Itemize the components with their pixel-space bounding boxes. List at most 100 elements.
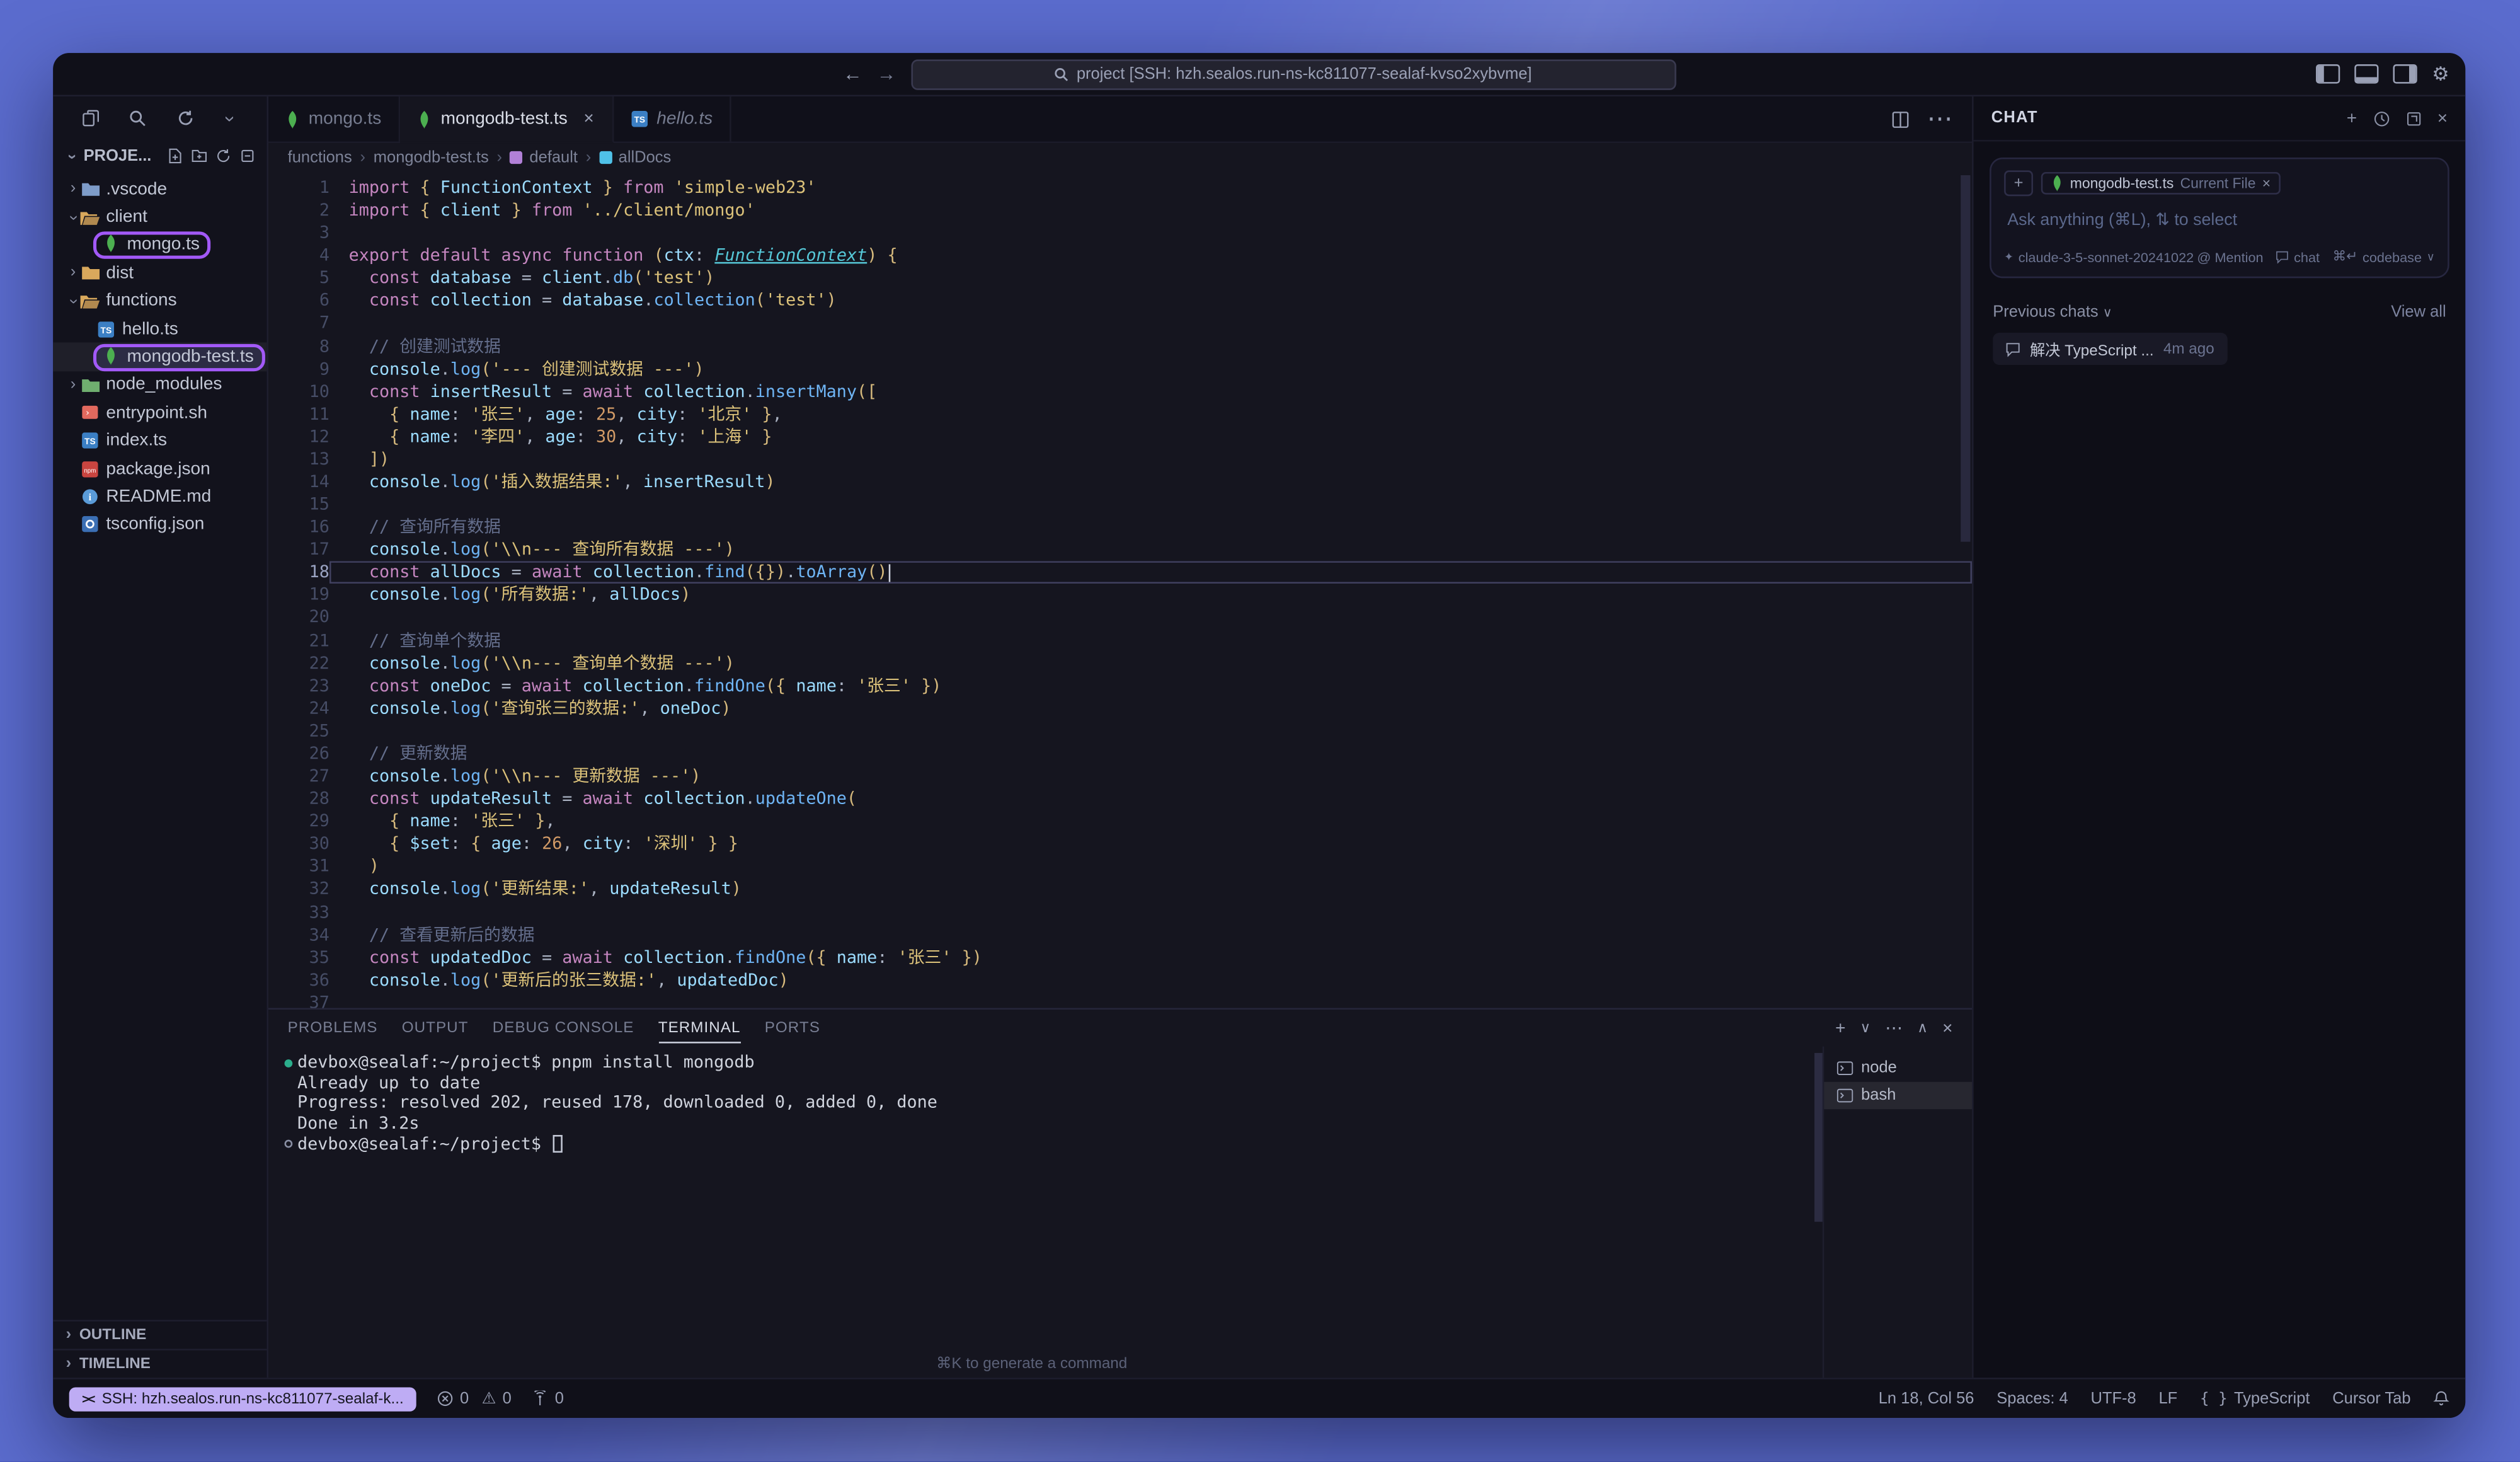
code-editor[interactable]: 1import { FunctionContext } from 'simple…	[268, 172, 1972, 1008]
new-folder-icon[interactable]	[192, 148, 208, 164]
add-context-button[interactable]: +	[2004, 170, 2033, 196]
code-line-16[interactable]: 16 // 查询所有数据	[268, 516, 1972, 539]
panel-tab-ports[interactable]: PORTS	[765, 1013, 820, 1043]
close-chat-icon[interactable]: ×	[2437, 108, 2448, 128]
code-line-24[interactable]: 24 console.log('查询张三的数据:', oneDoc)	[268, 698, 1972, 720]
tree-item-readme-md[interactable]: iREADME.md	[53, 483, 266, 510]
code-line-31[interactable]: 31 )	[268, 856, 1972, 878]
code-line-18[interactable]: 18 const allDocs = await collection.find…	[268, 561, 1972, 584]
code-line-2[interactable]: 2import { client } from '../client/mongo…	[268, 200, 1972, 222]
tree-item-tsconfig-json[interactable]: tsconfig.json	[53, 510, 266, 538]
code-line-10[interactable]: 10 const insertResult = await collection…	[268, 381, 1972, 403]
panel-more-icon[interactable]: ⋯	[1885, 1018, 1903, 1039]
remote-ssh-indicator[interactable]: >< SSH: hzh.sealos.run-ns-kc811077-seala…	[69, 1386, 416, 1410]
code-line-3[interactable]: 3	[268, 222, 1972, 245]
breadcrumb-item-functions[interactable]: functions	[288, 149, 352, 166]
code-line-33[interactable]: 33	[268, 901, 1972, 924]
code-line-30[interactable]: 30 { $set: { age: 26, city: '深圳' } }	[268, 833, 1972, 856]
code-line-23[interactable]: 23 const oneDoc = await collection.findO…	[268, 675, 1972, 698]
split-editor-icon[interactable]	[1892, 110, 1910, 128]
toggle-secondary-sidebar-icon[interactable]	[2393, 64, 2417, 84]
tab-mongo-ts[interactable]: mongo.ts	[268, 96, 401, 141]
terminal-instance-node[interactable]: node	[1824, 1054, 1972, 1081]
breadcrumb-item-mongodb-test-ts[interactable]: mongodb-test.ts	[374, 149, 489, 166]
new-terminal-icon[interactable]: +	[1835, 1018, 1845, 1038]
panel-tab-problems[interactable]: PROBLEMS	[288, 1013, 378, 1043]
code-line-7[interactable]: 7	[268, 313, 1972, 335]
code-line-13[interactable]: 13 ])	[268, 449, 1972, 471]
context-file-chip[interactable]: mongodb-test.ts Current File ×	[2041, 172, 2281, 195]
tree-item-dist[interactable]: ›dist	[53, 259, 266, 287]
code-line-32[interactable]: 32 console.log('更新结果:', updateResult)	[268, 878, 1972, 901]
code-line-15[interactable]: 15	[268, 493, 1972, 516]
toggle-sidebar-icon[interactable]	[2317, 64, 2340, 84]
panel-tab-debug-console[interactable]: DEBUG CONSOLE	[493, 1013, 634, 1043]
notifications-bell-icon[interactable]	[2433, 1391, 2449, 1407]
indentation[interactable]: Spaces: 4	[1996, 1390, 2068, 1407]
back-button[interactable]: ←	[843, 64, 862, 84]
chevron-down-icon[interactable]: ›	[219, 111, 242, 125]
cursor-position[interactable]: Ln 18, Col 56	[1879, 1390, 1974, 1407]
problems-indicator[interactable]: 0 ⚠ 0	[437, 1390, 512, 1407]
search-icon[interactable]	[129, 109, 147, 127]
tree-item-functions[interactable]: ›functions	[53, 287, 266, 315]
close-tab-icon[interactable]: ×	[583, 109, 593, 129]
editor-scrollbar[interactable]	[1961, 175, 1970, 542]
previous-chats-toggle[interactable]: Previous chats ∨	[1993, 304, 2112, 321]
chat-history-item[interactable]: 解决 TypeScript ... 4m ago	[1993, 333, 2227, 365]
code-line-35[interactable]: 35 const updatedDoc = await collection.f…	[268, 947, 1972, 969]
code-line-11[interactable]: 11 { name: '张三', age: 25, city: '北京' },	[268, 403, 1972, 426]
code-line-29[interactable]: 29 { name: '张三' },	[268, 810, 1972, 833]
outline-section[interactable]: › OUTLINE	[53, 1320, 266, 1349]
tree-item-index-ts[interactable]: TSindex.ts	[53, 427, 266, 454]
code-line-5[interactable]: 5 const database = client.db('test')	[268, 267, 1972, 290]
settings-gear-icon[interactable]: ⚙	[2432, 64, 2449, 84]
language-mode[interactable]: { } TypeScript	[2200, 1390, 2310, 1407]
new-file-icon[interactable]	[167, 148, 183, 164]
collapse-all-icon[interactable]	[239, 148, 256, 164]
code-line-12[interactable]: 12 { name: '李四', age: 30, city: '上海' }	[268, 426, 1972, 449]
terminal[interactable]: devbox@sealaf:~/project$ pnpm install mo…	[268, 1047, 1823, 1378]
command-center[interactable]: project [SSH: hzh.sealos.run-ns-kc811077…	[910, 59, 1675, 89]
eol-sequence[interactable]: LF	[2158, 1390, 2177, 1407]
code-line-8[interactable]: 8 // 创建测试数据	[268, 335, 1972, 358]
code-line-9[interactable]: 9 console.log('--- 创建测试数据 ---')	[268, 358, 1972, 381]
code-line-19[interactable]: 19 console.log('所有数据:', allDocs)	[268, 584, 1972, 607]
tree-item-mongodb-test-ts[interactable]: mongodb-test.ts	[53, 343, 266, 371]
code-line-1[interactable]: 1import { FunctionContext } from 'simple…	[268, 177, 1972, 200]
chat-mode-button[interactable]: chat	[2276, 248, 2320, 265]
panel-tab-output[interactable]: OUTPUT	[402, 1013, 469, 1043]
model-selector[interactable]: ✦ claude-3-5-sonnet-20241022 ∨	[2004, 248, 2197, 265]
toggle-panel-icon[interactable]	[2355, 64, 2379, 84]
remove-context-icon[interactable]: ×	[2262, 175, 2271, 192]
tree-item-vscode[interactable]: ›.vscode	[53, 175, 266, 203]
panel-tab-terminal[interactable]: TERMINAL	[658, 1013, 741, 1043]
code-line-20[interactable]: 20	[268, 607, 1972, 630]
maximize-panel-icon[interactable]: ∧	[1917, 1019, 1928, 1037]
terminal-instance-bash[interactable]: bash	[1824, 1082, 1972, 1109]
copy-files-icon[interactable]	[83, 109, 100, 127]
code-line-27[interactable]: 27 console.log('\\n--- 更新数据 ---')	[268, 765, 1972, 788]
encoding[interactable]: UTF-8	[2090, 1390, 2136, 1407]
codebase-button[interactable]: ⌘↵ codebase ∨	[2332, 248, 2434, 265]
code-line-37[interactable]: 37	[268, 992, 1972, 1008]
terminal-dropdown-icon[interactable]: ∨	[1860, 1019, 1870, 1037]
cursor-tab-toggle[interactable]: Cursor Tab	[2332, 1390, 2410, 1407]
code-line-22[interactable]: 22 console.log('\\n--- 查询单个数据 ---')	[268, 652, 1972, 675]
refresh-explorer-icon[interactable]	[215, 148, 232, 164]
tree-item-mongo-ts[interactable]: mongo.ts	[53, 231, 266, 259]
timeline-section[interactable]: › TIMELINE	[53, 1349, 266, 1378]
chat-history-icon[interactable]	[2373, 110, 2390, 127]
code-line-28[interactable]: 28 const updateResult = await collection…	[268, 788, 1972, 810]
code-line-4[interactable]: 4export default async function (ctx: Fun…	[268, 245, 1972, 267]
close-panel-icon[interactable]: ×	[1942, 1018, 1952, 1038]
chat-placeholder[interactable]: Ask anything (⌘L), ⇅ to select	[2007, 210, 2431, 230]
code-line-6[interactable]: 6 const collection = database.collection…	[268, 290, 1972, 313]
tree-item-package-json[interactable]: npmpackage.json	[53, 455, 266, 483]
new-chat-icon[interactable]: +	[2347, 108, 2357, 128]
code-line-26[interactable]: 26 // 更新数据	[268, 742, 1972, 765]
tree-item-node-modules[interactable]: ›node_modules	[53, 371, 266, 399]
breadcrumb-item-alldocs[interactable]: allDocs	[599, 149, 671, 166]
code-line-17[interactable]: 17 console.log('\\n--- 查询所有数据 ---')	[268, 539, 1972, 561]
code-line-34[interactable]: 34 // 查看更新后的数据	[268, 924, 1972, 947]
